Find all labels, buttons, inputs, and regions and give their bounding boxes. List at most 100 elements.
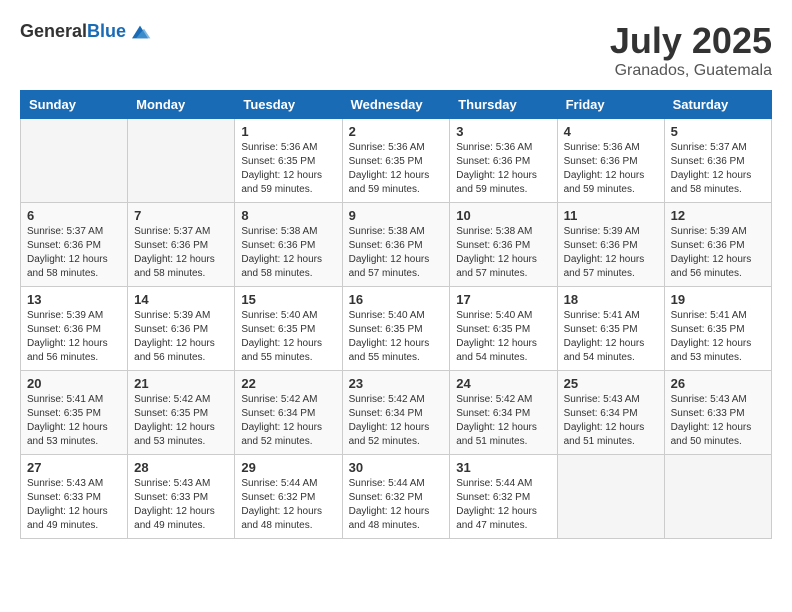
calendar-cell: 8 Sunrise: 5:38 AMSunset: 6:36 PMDaylight… [235,203,342,287]
calendar-cell: 23Sunrise: 5:42 AMSunset: 6:34 PMDayligh… [342,371,450,455]
day-number: 19 [671,292,765,307]
day-number: 9 [349,208,444,223]
calendar-week-row: 13 Sunrise: 5:39 AMSunset: 6:36 PMDayligh… [21,287,772,371]
calendar-cell: 10Sunrise: 5:38 AMSunset: 6:36 PMDayligh… [450,203,557,287]
day-number: 30 [349,460,444,475]
calendar-cell: 31 Sunrise: 5:44 AMSunset: 6:32 PMDayligh… [450,455,557,539]
calendar-cell: 20 Sunrise: 5:41 AMSunset: 6:35 PMDayligh… [21,371,128,455]
day-info: Sunrise: 5:36 AMSunset: 6:36 PMDaylight:… [564,141,658,197]
calendar-cell [128,119,235,203]
calendar-cell: 25Sunrise: 5:43 AMSunset: 6:34 PMDayligh… [557,371,664,455]
day-info: Sunrise: 5:36 AMSunset: 6:36 PMDaylight:… [456,141,550,197]
day-info: Sunrise: 5:40 AMSunset: 6:35 PMDaylight:… [349,309,444,365]
day-info: Sunrise: 5:40 AMSunset: 6:35 PMDaylight:… [456,309,550,365]
logo-text: GeneralBlue [20,22,126,42]
calendar-week-row: 20 Sunrise: 5:41 AMSunset: 6:35 PMDayligh… [21,371,772,455]
calendar-cell: 9 Sunrise: 5:38 AMSunset: 6:36 PMDaylight… [342,203,450,287]
day-number: 29 [241,460,335,475]
calendar-cell: 18Sunrise: 5:41 AMSunset: 6:35 PMDayligh… [557,287,664,371]
calendar-cell: 15 Sunrise: 5:40 AMSunset: 6:35 PMDayligh… [235,287,342,371]
logo: GeneralBlue [20,20,152,44]
day-number: 12 [671,208,765,223]
day-info: Sunrise: 5:36 AMSunset: 6:35 PMDaylight:… [349,141,444,197]
day-info: Sunrise: 5:38 AMSunset: 6:36 PMDaylight:… [456,225,550,281]
day-number: 8 [241,208,335,223]
page-header: GeneralBlue July 2025 Granados, Guatemal… [20,20,772,80]
calendar-cell: 28 Sunrise: 5:43 AMSunset: 6:33 PMDayligh… [128,455,235,539]
day-info: Sunrise: 5:38 AMSunset: 6:36 PMDaylight:… [241,225,335,281]
day-number: 2 [349,124,444,139]
weekday-header: Friday [557,91,664,119]
weekday-header: Sunday [21,91,128,119]
weekday-header: Monday [128,91,235,119]
day-info: Sunrise: 5:37 AMSunset: 6:36 PMDaylight:… [134,225,228,281]
calendar-cell: 1Sunrise: 5:36 AMSunset: 6:35 PMDaylight… [235,119,342,203]
weekday-header: Tuesday [235,91,342,119]
calendar-cell: 6 Sunrise: 5:37 AMSunset: 6:36 PMDaylight… [21,203,128,287]
day-info: Sunrise: 5:41 AMSunset: 6:35 PMDaylight:… [671,309,765,365]
calendar-cell: 19 Sunrise: 5:41 AMSunset: 6:35 PMDayligh… [664,287,771,371]
calendar-week-row: 27 Sunrise: 5:43 AMSunset: 6:33 PMDayligh… [21,455,772,539]
calendar-cell [557,455,664,539]
day-number: 14 [134,292,228,307]
day-number: 20 [27,376,121,391]
calendar-cell: 22Sunrise: 5:42 AMSunset: 6:34 PMDayligh… [235,371,342,455]
day-info: Sunrise: 5:42 AMSunset: 6:35 PMDaylight:… [134,393,228,449]
day-number: 3 [456,124,550,139]
day-number: 11 [564,208,658,223]
day-info: Sunrise: 5:44 AMSunset: 6:32 PMDaylight:… [241,477,335,533]
weekday-header: Thursday [450,91,557,119]
day-info: Sunrise: 5:37 AMSunset: 6:36 PMDaylight:… [671,141,765,197]
day-info: Sunrise: 5:43 AMSunset: 6:33 PMDaylight:… [134,477,228,533]
calendar-cell: 29 Sunrise: 5:44 AMSunset: 6:32 PMDayligh… [235,455,342,539]
day-number: 13 [27,292,121,307]
day-info: Sunrise: 5:44 AMSunset: 6:32 PMDaylight:… [456,477,550,533]
day-info: Sunrise: 5:36 AMSunset: 6:35 PMDaylight:… [241,141,335,197]
day-info: Sunrise: 5:43 AMSunset: 6:33 PMDaylight:… [27,477,121,533]
calendar-cell: 27 Sunrise: 5:43 AMSunset: 6:33 PMDayligh… [21,455,128,539]
day-info: Sunrise: 5:38 AMSunset: 6:36 PMDaylight:… [349,225,444,281]
day-number: 6 [27,208,121,223]
calendar-week-row: 6 Sunrise: 5:37 AMSunset: 6:36 PMDaylight… [21,203,772,287]
calendar-cell: 16Sunrise: 5:40 AMSunset: 6:35 PMDayligh… [342,287,450,371]
day-number: 26 [671,376,765,391]
calendar-cell [21,119,128,203]
day-info: Sunrise: 5:41 AMSunset: 6:35 PMDaylight:… [27,393,121,449]
title-section: July 2025 Granados, Guatemala [610,20,772,80]
day-number: 21 [134,376,228,391]
weekday-header: Wednesday [342,91,450,119]
logo-general: GeneralBlue [20,22,126,42]
day-number: 15 [241,292,335,307]
calendar-cell: 30 Sunrise: 5:44 AMSunset: 6:32 PMDayligh… [342,455,450,539]
day-info: Sunrise: 5:39 AMSunset: 6:36 PMDaylight:… [564,225,658,281]
day-info: Sunrise: 5:37 AMSunset: 6:36 PMDaylight:… [27,225,121,281]
calendar-cell: 13 Sunrise: 5:39 AMSunset: 6:36 PMDayligh… [21,287,128,371]
calendar-cell: 24 Sunrise: 5:42 AMSunset: 6:34 PMDayligh… [450,371,557,455]
calendar-header-row: SundayMondayTuesdayWednesdayThursdayFrid… [21,91,772,119]
day-info: Sunrise: 5:42 AMSunset: 6:34 PMDaylight:… [456,393,550,449]
day-number: 18 [564,292,658,307]
logo-icon [128,20,152,44]
day-info: Sunrise: 5:43 AMSunset: 6:34 PMDaylight:… [564,393,658,449]
day-number: 22 [241,376,335,391]
calendar-cell: 17Sunrise: 5:40 AMSunset: 6:35 PMDayligh… [450,287,557,371]
day-number: 31 [456,460,550,475]
calendar-table: SundayMondayTuesdayWednesdayThursdayFrid… [20,90,772,539]
calendar-cell [664,455,771,539]
day-info: Sunrise: 5:40 AMSunset: 6:35 PMDaylight:… [241,309,335,365]
calendar-cell: 14 Sunrise: 5:39 AMSunset: 6:36 PMDayligh… [128,287,235,371]
day-info: Sunrise: 5:39 AMSunset: 6:36 PMDaylight:… [134,309,228,365]
weekday-header: Saturday [664,91,771,119]
day-number: 24 [456,376,550,391]
day-number: 28 [134,460,228,475]
calendar-cell: 21 Sunrise: 5:42 AMSunset: 6:35 PMDayligh… [128,371,235,455]
calendar-cell: 5Sunrise: 5:37 AMSunset: 6:36 PMDaylight… [664,119,771,203]
day-number: 4 [564,124,658,139]
calendar-cell: 4 Sunrise: 5:36 AMSunset: 6:36 PMDaylight… [557,119,664,203]
day-info: Sunrise: 5:39 AMSunset: 6:36 PMDaylight:… [27,309,121,365]
month-title: July 2025 [610,20,772,62]
day-number: 27 [27,460,121,475]
calendar-cell: 7Sunrise: 5:37 AMSunset: 6:36 PMDaylight… [128,203,235,287]
calendar-cell: 26Sunrise: 5:43 AMSunset: 6:33 PMDayligh… [664,371,771,455]
day-info: Sunrise: 5:44 AMSunset: 6:32 PMDaylight:… [349,477,444,533]
